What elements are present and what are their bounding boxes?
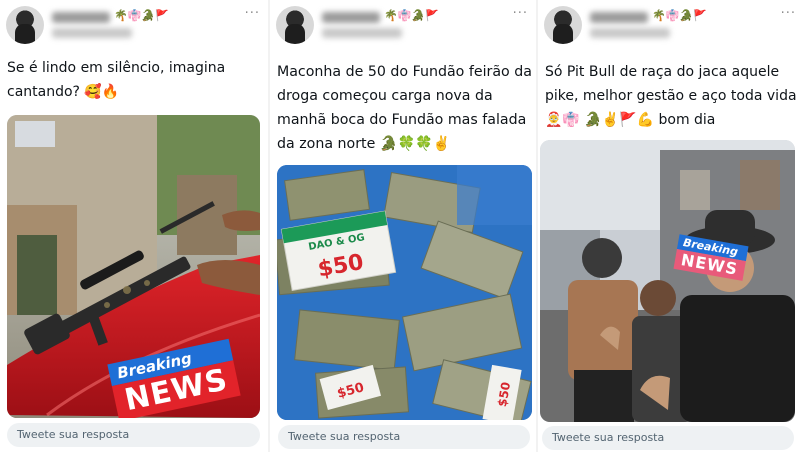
tweet-header: 🌴👘🐊🚩 ··· — [544, 6, 798, 46]
tweet-text: Se é lindo em silêncio, imagina cantando… — [7, 60, 226, 100]
author-name-blurred[interactable] — [52, 12, 110, 23]
more-options-icon[interactable]: ··· — [513, 6, 528, 21]
author-handle-blurred — [322, 28, 402, 38]
tweet-card-2: 🌴👘🐊🚩 ··· Maconha de 50 do Fundão feirão … — [270, 0, 536, 452]
tweet-header: 🌴👘🐊🚩 ··· — [6, 6, 262, 46]
tweet-card-3: 🌴👘🐊🚩 ··· Só Pit Bull de raça do jaca aqu… — [538, 0, 804, 452]
tweet-image[interactable]: Breaking NEWS — [7, 115, 260, 418]
packets-photo: DAO & OG $50 $50 $50 — [277, 165, 532, 420]
author-handle-blurred — [590, 28, 670, 38]
reply-input[interactable]: Tweete sua resposta — [278, 425, 530, 449]
street-group-photo — [540, 140, 795, 422]
reply-input[interactable]: Tweete sua resposta — [542, 426, 794, 450]
author-name-blurred[interactable] — [590, 12, 648, 23]
tweet-card-1: 🌴👘🐊🚩 ··· Se é lindo em silêncio, imagina… — [0, 0, 268, 452]
more-options-icon[interactable]: ··· — [245, 6, 260, 21]
name-emojis: 🌴👘🐊🚩 — [114, 9, 169, 22]
avatar[interactable] — [276, 6, 314, 44]
tweet-header: 🌴👘🐊🚩 ··· — [276, 6, 530, 46]
tweet-text: Só Pit Bull de raça do jaca aquele pike,… — [545, 64, 797, 128]
tweet-text: Maconha de 50 do Fundão feirão da droga … — [277, 64, 532, 152]
avatar[interactable] — [544, 6, 582, 44]
reply-input[interactable]: Tweete sua resposta — [7, 423, 260, 447]
avatar[interactable] — [6, 6, 44, 44]
name-emojis: 🌴👘🐊🚩 — [652, 9, 707, 22]
name-emojis: 🌴👘🐊🚩 — [384, 9, 439, 22]
tweet-image[interactable]: Breaking NEWS — [540, 140, 795, 422]
author-handle-blurred — [52, 28, 132, 38]
author-name-blurred[interactable] — [322, 12, 380, 23]
tweet-image[interactable]: DAO & OG $50 $50 $50 — [277, 165, 532, 420]
more-options-icon[interactable]: ··· — [781, 6, 796, 21]
